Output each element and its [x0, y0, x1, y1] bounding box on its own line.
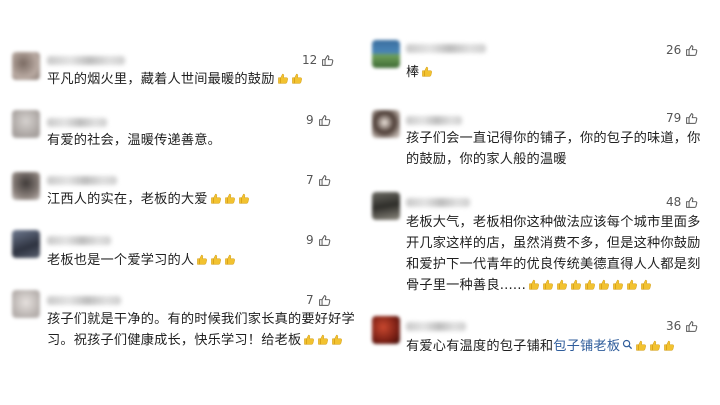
search-icon[interactable]: [622, 339, 633, 350]
thumbs-up-emoji-icon: [650, 340, 661, 351]
thumbs-up-emoji-icon: [557, 279, 568, 290]
like-button[interactable]: 9: [306, 232, 331, 248]
thumbs-up-outline-icon: [686, 320, 698, 332]
username-blurred[interactable]: [406, 44, 486, 53]
avatar[interactable]: [12, 110, 40, 138]
thumbs-up-outline-icon: [318, 294, 330, 306]
like-button[interactable]: 48: [666, 194, 698, 210]
like-count: 7: [306, 293, 314, 307]
like-count: 26: [666, 43, 682, 57]
comment-item: 7 江西人的实在，老板的大爱: [0, 164, 360, 214]
thumbs-up-emoji-icon: [304, 334, 315, 345]
comment-item: 9 有爱的社会，温暖传递善意。: [0, 104, 360, 154]
avatar[interactable]: [372, 192, 400, 220]
thumbs-up-emoji-icon: [211, 254, 222, 265]
thumbs-up-emoji-icon: [636, 340, 647, 351]
thumbs-up-emoji-icon: [627, 279, 638, 290]
comment-item: 7 孩子们就是干净的。有的时候我们家长真的要好好学 习。祝孩子们健康成长，快乐学…: [0, 284, 360, 354]
thumbs-up-emoji-icon: [641, 279, 652, 290]
comment-text: 平凡的烟火里，藏着人世间最暖的鼓励: [47, 69, 303, 90]
like-button[interactable]: 7: [306, 172, 331, 188]
thumbs-up-emoji-icon: [613, 279, 624, 290]
comment-item: 36 有爱心有温度的包子铺和包子铺老板: [362, 310, 720, 365]
comment-text: 老板也是一个爱学习的人: [47, 250, 236, 271]
thumbs-up-emoji-icon: [197, 254, 208, 265]
thumbs-up-emoji-icon: [571, 279, 582, 290]
avatar[interactable]: [12, 52, 40, 80]
thumbs-up-emoji-icon: [543, 279, 554, 290]
username-blurred[interactable]: [406, 198, 470, 207]
comment-text: 棒: [406, 62, 433, 83]
comment-text: 有爱的社会，温暖传递善意。: [47, 133, 222, 148]
thumbs-up-outline-icon: [318, 234, 330, 246]
comment-screenshot: 12 平凡的烟火里，藏着人世间最暖的鼓励 9 有爱的社会，温暖传递善意。 7 江…: [0, 0, 720, 405]
username-blurred[interactable]: [406, 116, 462, 125]
avatar[interactable]: [12, 230, 40, 258]
username-blurred[interactable]: [406, 322, 466, 331]
like-button[interactable]: 79: [666, 110, 698, 126]
like-count: 9: [306, 233, 314, 247]
thumbs-up-outline-icon: [686, 196, 698, 208]
thumbs-up-emoji-icon: [585, 279, 596, 290]
thumbs-up-outline-icon: [686, 112, 698, 124]
avatar[interactable]: [12, 172, 40, 200]
username-blurred[interactable]: [47, 296, 121, 305]
like-button[interactable]: 9: [306, 112, 331, 128]
thumbs-up-outline-icon: [318, 114, 330, 126]
comment-item: 79 孩子们会一直记得你的铺子，你的包子的味道，你 的鼓励，你的家人般的温暖: [362, 104, 720, 174]
thumbs-up-emoji-icon: [318, 334, 329, 345]
comment-item: 26 棒: [362, 30, 720, 85]
thumbs-up-emoji-icon: [332, 334, 343, 345]
like-button[interactable]: 12: [302, 52, 334, 68]
thumbs-up-emoji-icon: [664, 340, 675, 351]
like-button[interactable]: 7: [306, 292, 331, 308]
like-count: 36: [666, 319, 682, 333]
thumbs-up-emoji-icon: [529, 279, 540, 290]
comment-text: 有爱心有温度的包子铺和包子铺老板: [406, 336, 675, 357]
like-count: 48: [666, 195, 682, 209]
like-button[interactable]: 36: [666, 318, 698, 334]
avatar[interactable]: [372, 316, 400, 344]
thumbs-up-emoji-icon: [599, 279, 610, 290]
username-blurred[interactable]: [47, 176, 117, 185]
like-count: 12: [302, 53, 318, 67]
username-blurred[interactable]: [47, 118, 107, 127]
avatar[interactable]: [372, 40, 400, 68]
comment-item: 12 平凡的烟火里，藏着人世间最暖的鼓励: [0, 42, 360, 92]
like-button[interactable]: 26: [666, 42, 698, 58]
thumbs-up-outline-icon: [322, 54, 334, 66]
comment-item: 48 老板大气，老板相你这种做法应该每个城市里面多 开几家这样的店，虽然消费不多…: [362, 186, 720, 296]
comment-item: 9 老板也是一个爱学习的人: [0, 224, 360, 274]
thumbs-up-emoji-icon: [291, 73, 302, 84]
avatar[interactable]: [12, 290, 40, 318]
search-link[interactable]: 包子铺老板: [553, 339, 620, 354]
username-blurred[interactable]: [47, 56, 125, 65]
like-count: 79: [666, 111, 682, 125]
comment-text: 孩子们会一直记得你的铺子，你的包子的味道，你 的鼓励，你的家人般的温暖: [406, 131, 701, 167]
username-blurred[interactable]: [47, 236, 111, 245]
thumbs-up-outline-icon: [318, 174, 330, 186]
thumbs-up-outline-icon: [686, 44, 698, 56]
comment-text: 老板大气，老板相你这种做法应该每个城市里面多 开几家这样的店，虽然消费不多，但是…: [406, 215, 701, 293]
like-count: 7: [306, 173, 314, 187]
thumbs-up-emoji-icon: [277, 73, 288, 84]
thumbs-up-emoji-icon: [225, 254, 236, 265]
thumbs-up-emoji-icon: [238, 193, 249, 204]
thumbs-up-emoji-icon: [210, 193, 221, 204]
comment-text: 江西人的实在，老板的大爱: [47, 189, 250, 210]
avatar[interactable]: [372, 110, 400, 138]
thumbs-up-emoji-icon: [422, 66, 433, 77]
thumbs-up-emoji-icon: [224, 193, 235, 204]
like-count: 9: [306, 113, 314, 127]
comment-text: 孩子们就是干净的。有的时候我们家长真的要好好学 习。祝孩子们健康成长，快乐学习！…: [47, 312, 355, 348]
